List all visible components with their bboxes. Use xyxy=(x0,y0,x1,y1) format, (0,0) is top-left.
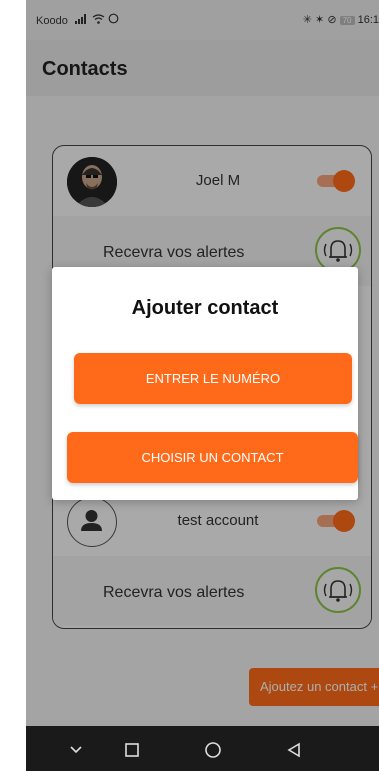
choose-contact-button[interactable]: CHOISIR UN CONTACT xyxy=(67,432,358,483)
chevron-down-icon[interactable] xyxy=(62,736,90,764)
system-nav-bar xyxy=(26,726,379,771)
add-contact-dialog: Ajouter contact ENTRER LE NUMÉRO CHOISIR… xyxy=(52,267,358,500)
square-icon[interactable] xyxy=(118,736,146,764)
dialog-title: Ajouter contact xyxy=(131,297,279,319)
phone-screen: Koodo ✳ ✶ ⊘ 70 16:1 Contacts Joel M Rece… xyxy=(26,0,379,771)
circle-icon[interactable] xyxy=(199,736,227,764)
enter-number-button[interactable]: ENTRER LE NUMÉRO xyxy=(74,353,352,404)
back-triangle-icon[interactable] xyxy=(280,736,308,764)
